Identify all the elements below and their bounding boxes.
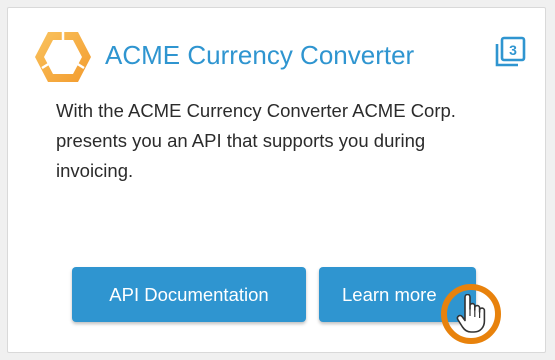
card-title[interactable]: ACME Currency Converter bbox=[105, 39, 414, 71]
api-documentation-button[interactable]: API Documentation bbox=[72, 267, 306, 322]
hand-pointer-icon bbox=[456, 294, 486, 333]
acme-logo-icon bbox=[35, 30, 91, 82]
card-description: With the ACME Currency Converter ACME Co… bbox=[56, 100, 456, 181]
badge-count: 3 bbox=[509, 42, 517, 58]
stacked-pages-icon[interactable]: 3 bbox=[493, 35, 527, 69]
screenshot-stage: ACME Currency Converter 3 With the ACME … bbox=[0, 0, 555, 360]
